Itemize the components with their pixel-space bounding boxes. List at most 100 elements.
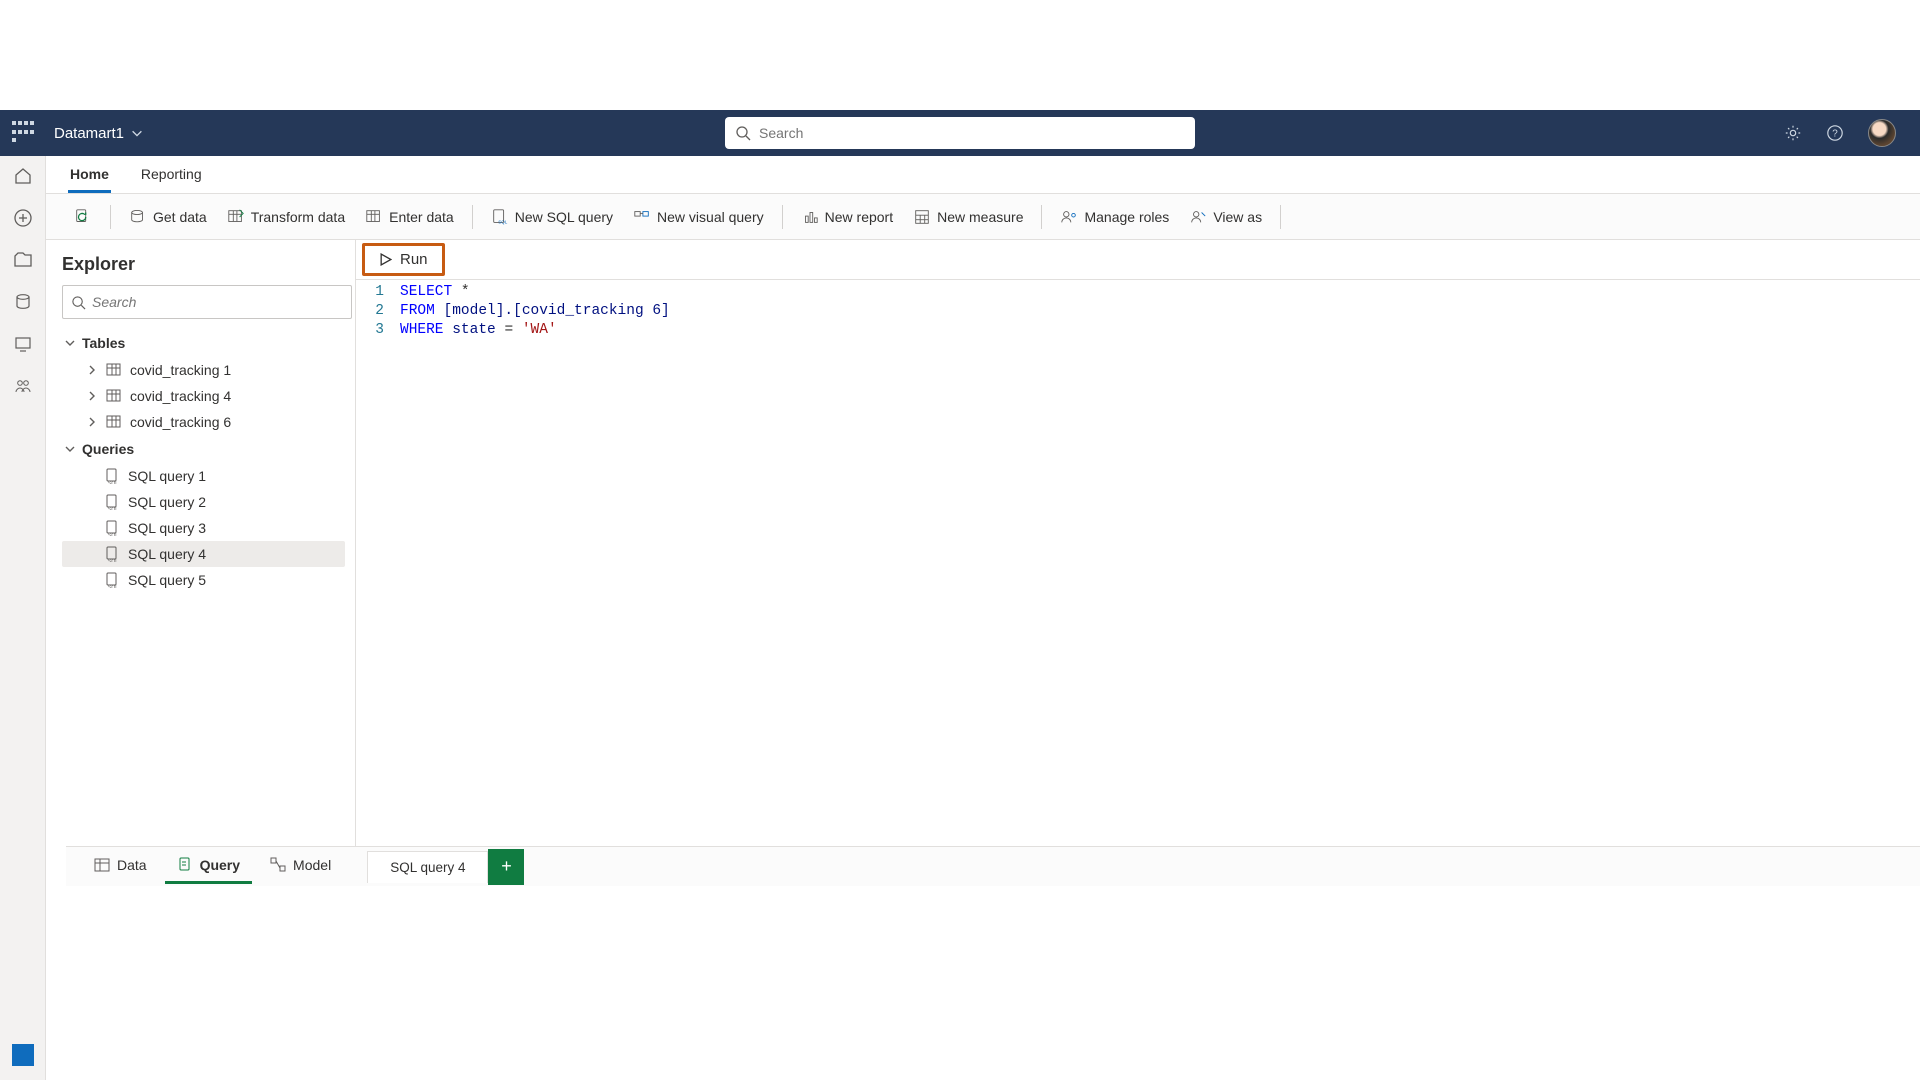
- query-item[interactable]: SQL SQL query 2: [62, 489, 345, 515]
- sql-code-editor[interactable]: 1SELECT *2FROM [model].[covid_tracking 6…: [356, 280, 1920, 345]
- tables-group[interactable]: Tables: [62, 329, 345, 357]
- queries-group[interactable]: Queries: [62, 435, 345, 463]
- query-item-label: SQL query 1: [128, 468, 206, 484]
- new-visual-query-label: New visual query: [657, 209, 764, 225]
- explorer-tree: Tables covid_tracking 1 covid_tracking 4 c…: [62, 329, 345, 593]
- table-item[interactable]: covid_tracking 6: [62, 409, 345, 435]
- search-icon: [71, 295, 86, 310]
- run-label: Run: [400, 251, 428, 268]
- transform-data-label: Transform data: [251, 209, 345, 225]
- query-item-label: SQL query 2: [128, 494, 206, 510]
- manage-roles-button[interactable]: Manage roles: [1052, 202, 1177, 232]
- sql-file-icon: SQL: [104, 546, 120, 562]
- mode-query-label: Query: [200, 857, 240, 873]
- table-icon: [106, 414, 122, 430]
- manage-roles-label: Manage roles: [1084, 209, 1169, 225]
- enter-data-label: Enter data: [389, 209, 454, 225]
- new-report-label: New report: [825, 209, 893, 225]
- sql-file-icon: SQL: [104, 468, 120, 484]
- svg-text:SQL: SQL: [498, 219, 508, 224]
- new-visual-query-button[interactable]: New visual query: [625, 202, 772, 232]
- nav-datahub-icon[interactable]: [13, 292, 33, 312]
- global-search-input[interactable]: [759, 125, 1185, 141]
- global-search[interactable]: [725, 117, 1195, 149]
- queries-label: Queries: [82, 441, 134, 457]
- svg-text:?: ?: [1832, 129, 1838, 140]
- table-icon: [106, 362, 122, 378]
- search-icon: [735, 125, 751, 141]
- query-item-label: SQL query 3: [128, 520, 206, 536]
- query-item[interactable]: SQL SQL query 3: [62, 515, 345, 541]
- tab-home[interactable]: Home: [68, 158, 111, 193]
- app-launcher-icon[interactable]: [12, 121, 36, 145]
- nav-browse-icon[interactable]: [13, 250, 33, 270]
- enter-data-button[interactable]: Enter data: [357, 202, 462, 232]
- workspace-name[interactable]: Datamart1: [54, 125, 124, 142]
- table-item-label: covid_tracking 1: [130, 362, 231, 378]
- explorer-search[interactable]: [62, 285, 352, 319]
- explorer-title: Explorer: [62, 254, 345, 275]
- nav-active-workspace-icon[interactable]: [12, 1044, 34, 1066]
- ribbon-toolbar: Get data Transform data Enter data SQLNe…: [0, 194, 1920, 240]
- editor-toolbar: Run: [356, 240, 1920, 280]
- chevron-right-icon: [86, 416, 98, 428]
- settings-icon[interactable]: [1784, 124, 1802, 142]
- nav-home-icon[interactable]: [13, 166, 33, 186]
- svg-text:SQL: SQL: [108, 559, 118, 562]
- new-measure-button[interactable]: New measure: [905, 202, 1031, 232]
- new-report-button[interactable]: New report: [793, 202, 901, 232]
- query-item[interactable]: SQL SQL query 5: [62, 567, 345, 593]
- table-item[interactable]: covid_tracking 1: [62, 357, 345, 383]
- query-item[interactable]: SQL SQL query 1: [62, 463, 345, 489]
- get-data-button[interactable]: Get data: [121, 202, 215, 232]
- new-sql-query-button[interactable]: SQLNew SQL query: [483, 202, 621, 232]
- table-item[interactable]: covid_tracking 4: [62, 383, 345, 409]
- nav-workspaces-icon[interactable]: [13, 376, 33, 396]
- transform-data-button[interactable]: Transform data: [219, 202, 353, 232]
- table-item-label: covid_tracking 6: [130, 414, 231, 430]
- add-query-tab[interactable]: +: [488, 849, 524, 885]
- get-data-label: Get data: [153, 209, 207, 225]
- explorer-search-input[interactable]: [92, 294, 343, 310]
- nav-monitor-icon[interactable]: [13, 334, 33, 354]
- user-avatar[interactable]: [1868, 119, 1896, 147]
- sql-file-icon: SQL: [104, 494, 120, 510]
- sql-file-icon: SQL: [104, 520, 120, 536]
- query-tab-active[interactable]: SQL query 4: [367, 851, 488, 883]
- query-item[interactable]: SQL SQL query 4: [62, 541, 345, 567]
- mode-query[interactable]: Query: [165, 849, 252, 884]
- table-icon: [106, 388, 122, 404]
- query-item-label: SQL query 5: [128, 572, 206, 588]
- sql-file-icon: SQL: [104, 572, 120, 588]
- mode-data-label: Data: [117, 857, 147, 873]
- help-icon[interactable]: ?: [1826, 124, 1844, 142]
- run-button[interactable]: Run: [362, 243, 445, 276]
- refresh-button[interactable]: [66, 202, 100, 232]
- query-file-icon: [177, 857, 193, 873]
- view-mode-bar: Data Query Model SQL query 4 +: [66, 846, 1920, 886]
- mode-data[interactable]: Data: [82, 849, 159, 884]
- svg-text:SQL: SQL: [108, 585, 118, 588]
- new-measure-label: New measure: [937, 209, 1023, 225]
- sql-editor-area: Run 1SELECT *2FROM [model].[covid_tracki…: [356, 240, 1920, 886]
- svg-text:SQL: SQL: [108, 533, 118, 536]
- main-body: Explorer Tables covid_tracking 1 covid_tr…: [0, 240, 1920, 886]
- nav-create-icon[interactable]: [13, 208, 33, 228]
- svg-text:SQL: SQL: [108, 507, 118, 510]
- chevron-right-icon: [86, 390, 98, 402]
- tab-reporting[interactable]: Reporting: [139, 158, 204, 193]
- chevron-down-icon: [64, 337, 76, 349]
- tables-label: Tables: [82, 335, 125, 351]
- play-icon: [379, 253, 392, 266]
- table-icon: [94, 857, 110, 873]
- view-as-button[interactable]: View as: [1181, 202, 1270, 232]
- chevron-down-icon: [64, 443, 76, 455]
- mode-model[interactable]: Model: [258, 849, 343, 884]
- mode-model-label: Model: [293, 857, 331, 873]
- chevron-down-icon[interactable]: [130, 126, 144, 140]
- model-icon: [270, 857, 286, 873]
- explorer-panel: Explorer Tables covid_tracking 1 covid_tr…: [46, 240, 356, 886]
- svg-text:SQL: SQL: [108, 481, 118, 484]
- query-item-label: SQL query 4: [128, 546, 206, 562]
- top-header: Datamart1 ?: [0, 110, 1920, 156]
